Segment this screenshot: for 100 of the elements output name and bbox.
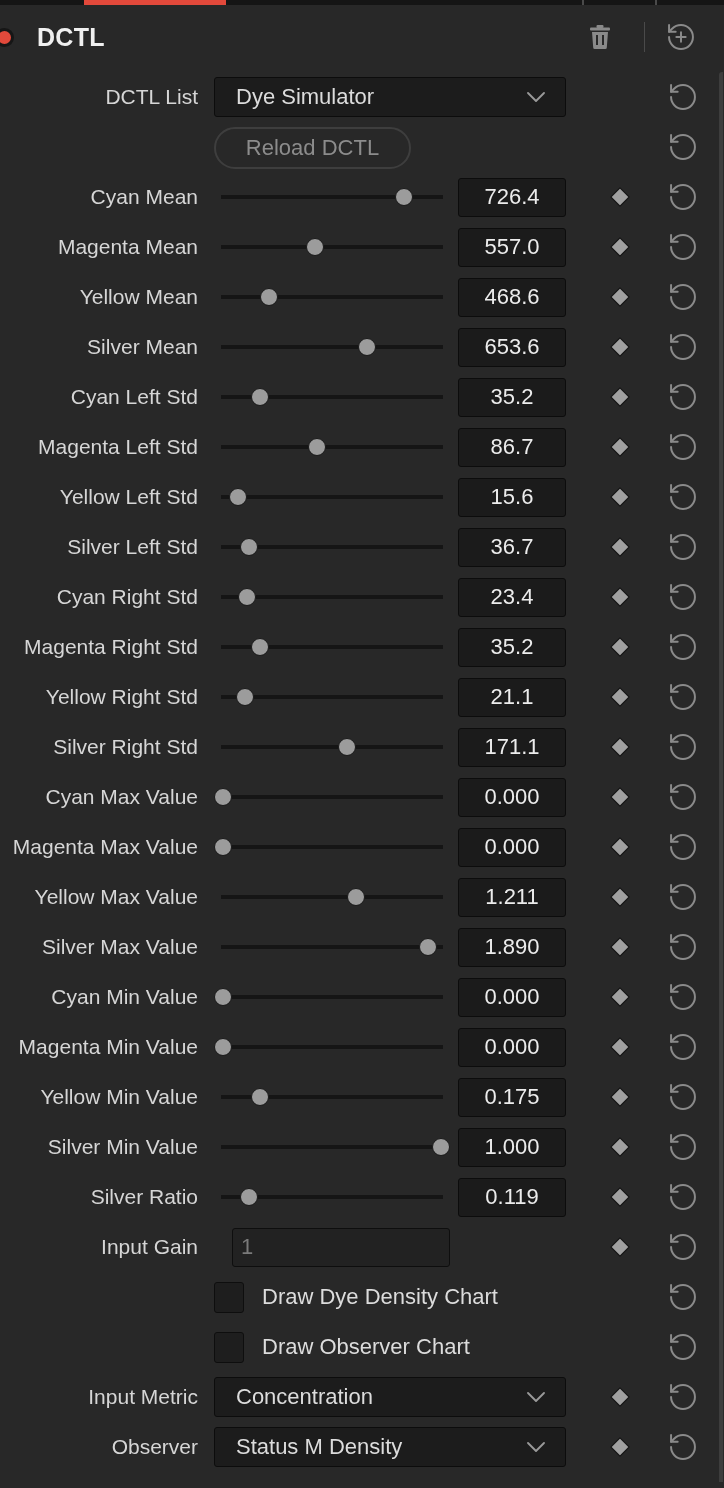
keyframe-diamond-icon[interactable] (610, 187, 630, 207)
reset-icon[interactable] (670, 1084, 696, 1110)
reset-icon[interactable] (670, 1384, 696, 1410)
reset-icon[interactable] (670, 884, 696, 910)
reset-icon[interactable] (670, 1434, 696, 1460)
value-field[interactable]: 653.6 (458, 327, 566, 367)
keyframe-diamond-icon[interactable] (610, 937, 630, 957)
slider-thumb[interactable] (229, 488, 248, 506)
keyframe-diamond-icon[interactable] (610, 837, 630, 857)
keyframe-diamond-icon[interactable] (610, 1037, 630, 1057)
reset-icon[interactable] (670, 934, 696, 960)
reset-icon[interactable] (670, 1334, 696, 1360)
slider-thumb[interactable] (235, 688, 254, 706)
reset-icon[interactable] (670, 684, 696, 710)
keyframe-diamond-icon[interactable] (610, 1137, 630, 1157)
slider-thumb[interactable] (394, 188, 413, 206)
value-field[interactable]: 21.1 (458, 677, 566, 717)
value-field[interactable]: 1.890 (458, 927, 566, 967)
slider-thumb[interactable] (418, 938, 437, 956)
slider-thumb[interactable] (307, 438, 326, 456)
reset-icon[interactable] (670, 1234, 696, 1260)
slider-thumb[interactable] (214, 988, 232, 1006)
keyframe-diamond-icon[interactable] (610, 337, 630, 357)
slider-thumb[interactable] (251, 388, 270, 406)
value-field[interactable]: 557.0 (458, 227, 566, 267)
value-field[interactable]: 86.7 (458, 427, 566, 467)
value-field[interactable]: 468.6 (458, 277, 566, 317)
keyframe-diamond-icon[interactable] (610, 987, 630, 1007)
keyframe-diamond-icon[interactable] (610, 687, 630, 707)
reset-icon[interactable] (670, 1284, 696, 1310)
checkbox[interactable] (214, 1281, 244, 1313)
reset-icon[interactable] (670, 1134, 696, 1160)
slider-thumb[interactable] (338, 738, 357, 756)
keyframe-diamond-icon[interactable] (610, 587, 630, 607)
reset-icon[interactable] (670, 434, 696, 460)
value-field[interactable]: 0.000 (458, 1027, 566, 1067)
slider-thumb[interactable] (346, 888, 365, 906)
reset-icon[interactable] (670, 484, 696, 510)
enable-toggle[interactable] (0, 27, 14, 47)
value-field[interactable]: 35.2 (458, 377, 566, 417)
keyframe-diamond-icon[interactable] (610, 887, 630, 907)
keyframe-diamond-icon[interactable] (610, 237, 630, 257)
value-field[interactable]: 0.000 (458, 777, 566, 817)
value-field[interactable]: 35.2 (458, 627, 566, 667)
reset-icon[interactable] (670, 384, 696, 410)
keyframe-diamond-icon[interactable] (610, 1387, 630, 1407)
value-field[interactable]: 0.000 (458, 977, 566, 1017)
slider-thumb[interactable] (259, 288, 278, 306)
reset-add-icon[interactable] (668, 24, 694, 50)
keyframe-diamond-icon[interactable] (610, 1437, 630, 1457)
keyframe-diamond-icon[interactable] (610, 787, 630, 807)
keyframe-diamond-icon[interactable] (610, 387, 630, 407)
keyframe-diamond-icon[interactable] (610, 1087, 630, 1107)
slider-thumb[interactable] (237, 588, 256, 606)
keyframe-diamond-icon[interactable] (610, 487, 630, 507)
value-field[interactable]: 171.1 (458, 727, 566, 767)
slider-thumb[interactable] (214, 1038, 232, 1056)
reset-icon[interactable] (670, 284, 696, 310)
value-field[interactable]: 1.000 (458, 1127, 566, 1167)
checkbox[interactable] (214, 1331, 244, 1363)
dropdown[interactable]: Concentration (214, 1377, 566, 1417)
value-field[interactable]: 0.000 (458, 827, 566, 867)
slider-thumb[interactable] (240, 538, 259, 556)
value-field[interactable]: 0.175 (458, 1077, 566, 1117)
value-field[interactable]: 15.6 (458, 477, 566, 517)
keyframe-diamond-icon[interactable] (610, 637, 630, 657)
reset-icon[interactable] (670, 234, 696, 260)
reset-icon[interactable] (670, 84, 696, 110)
reset-icon[interactable] (670, 184, 696, 210)
keyframe-diamond-icon[interactable] (610, 287, 630, 307)
value-field[interactable]: 36.7 (458, 527, 566, 567)
slider-thumb[interactable] (214, 838, 232, 856)
reset-icon[interactable] (670, 984, 696, 1010)
slider-thumb[interactable] (305, 238, 324, 256)
slider-thumb[interactable] (214, 788, 232, 806)
reset-icon[interactable] (670, 334, 696, 360)
reset-icon[interactable] (670, 784, 696, 810)
slider-thumb[interactable] (251, 638, 270, 656)
reset-icon[interactable] (670, 1184, 696, 1210)
keyframe-diamond-icon[interactable] (610, 537, 630, 557)
keyframe-diamond-icon[interactable] (610, 737, 630, 757)
slider-thumb[interactable] (432, 1138, 450, 1156)
trash-icon[interactable] (590, 25, 610, 49)
value-field[interactable]: 0.119 (458, 1177, 566, 1217)
value-field[interactable]: 726.4 (458, 177, 566, 217)
value-field[interactable]: 23.4 (458, 577, 566, 617)
reset-icon[interactable] (670, 534, 696, 560)
slider-thumb[interactable] (251, 1088, 270, 1106)
slider-thumb[interactable] (240, 1188, 259, 1206)
reset-icon[interactable] (670, 634, 696, 660)
reset-icon[interactable] (670, 584, 696, 610)
dropdown[interactable]: Dye Simulator (214, 77, 566, 117)
dropdown[interactable]: Status M Density (214, 1427, 566, 1467)
reset-icon[interactable] (670, 1034, 696, 1060)
keyframe-diamond-icon[interactable] (610, 1187, 630, 1207)
reset-icon[interactable] (670, 834, 696, 860)
slider-thumb[interactable] (357, 338, 376, 356)
keyframe-diamond-icon[interactable] (610, 437, 630, 457)
value-field[interactable]: 1.211 (458, 877, 566, 917)
reset-icon[interactable] (670, 734, 696, 760)
